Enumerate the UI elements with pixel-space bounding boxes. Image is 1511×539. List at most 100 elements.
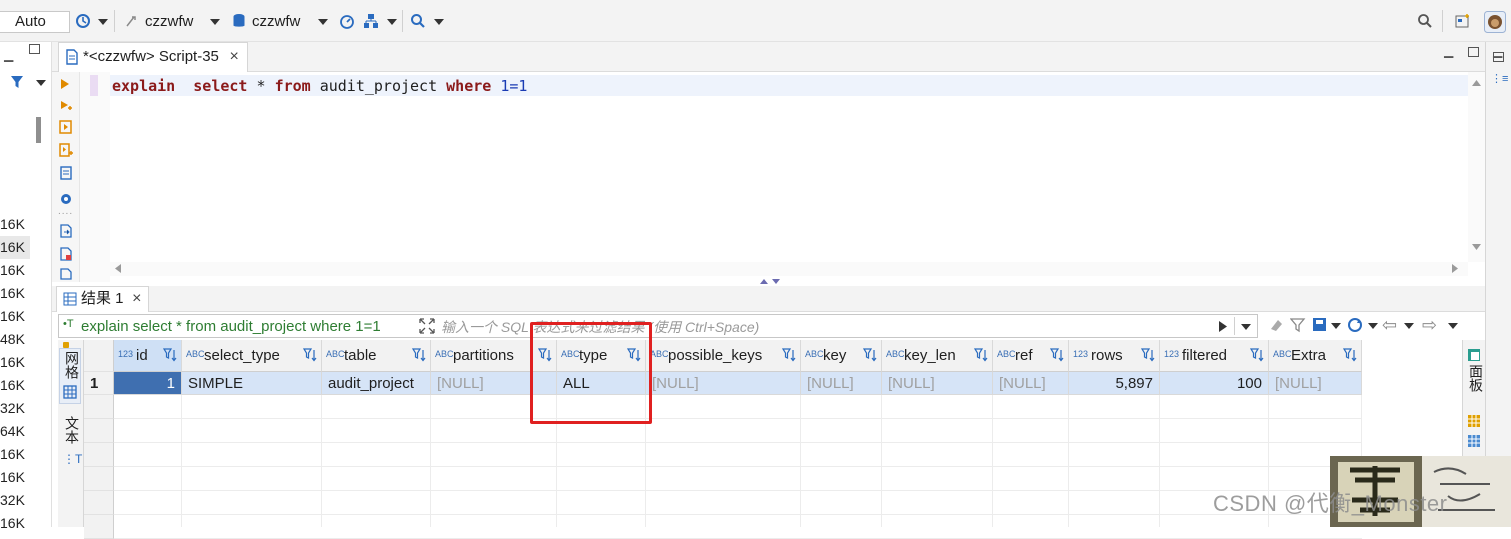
value-panel-icon[interactable] — [1467, 434, 1481, 448]
explain-plan-icon[interactable] — [60, 166, 72, 180]
column-header-rows[interactable]: 123 rows — [1069, 340, 1160, 372]
chevron-down-icon[interactable] — [210, 19, 220, 25]
cell-filtered[interactable]: 100 — [1160, 372, 1269, 395]
settings-gear-icon[interactable] — [59, 192, 73, 206]
execute-script-icon[interactable] — [59, 120, 73, 134]
cell-select-type[interactable]: SIMPLE — [182, 372, 322, 395]
grid-view-button[interactable]: 网格 — [59, 348, 81, 404]
cell-key-len[interactable]: [NULL] — [882, 372, 993, 395]
tab-results-1[interactable]: 结果 1 × — [56, 286, 149, 312]
editor-horizontal-scrollbar[interactable] — [110, 262, 1468, 276]
chevron-down-icon[interactable] — [1404, 323, 1414, 329]
cell-id[interactable]: 1 — [114, 372, 182, 395]
sort-filter-icon[interactable] — [863, 348, 877, 362]
cell-ref[interactable]: [NULL] — [993, 372, 1069, 395]
column-header-filtered[interactable]: 123 filtered — [1160, 340, 1269, 372]
sort-filter-icon[interactable] — [1343, 348, 1357, 362]
expand-filter-icon[interactable] — [419, 318, 435, 334]
restore-icon[interactable] — [1493, 52, 1504, 62]
sort-filter-icon[interactable] — [412, 348, 426, 362]
scroll-right-icon[interactable] — [1452, 264, 1458, 273]
execute-script-new-tab-icon[interactable] — [59, 143, 73, 157]
panels-label[interactable]: 面板 — [1466, 364, 1486, 392]
editor-vertical-scrollbar[interactable] — [1468, 72, 1485, 262]
maximize-icon[interactable] — [1468, 47, 1479, 57]
sort-filter-icon[interactable] — [782, 348, 796, 362]
tab-script-35[interactable]: *<czzwfw> Script-35 × — [58, 42, 248, 72]
cell-key[interactable]: [NULL] — [801, 372, 882, 395]
column-header-id[interactable]: 123 id — [114, 340, 182, 372]
dbeaver-perspective-icon[interactable] — [1484, 11, 1506, 33]
chevron-down-icon[interactable] — [1331, 323, 1341, 329]
transaction-history-icon[interactable] — [75, 13, 91, 29]
connection-selector[interactable]: czzwfw — [145, 12, 193, 32]
close-icon[interactable]: × — [230, 43, 239, 71]
filter-input[interactable]: •T explain select * from audit_project w… — [58, 314, 1258, 338]
perspective-icon[interactable] — [1455, 13, 1471, 29]
schema-icon[interactable] — [363, 13, 379, 29]
column-header-possible-keys[interactable]: ABC possible_keys — [646, 340, 801, 372]
chevron-down-icon[interactable] — [1368, 323, 1378, 329]
column-header-table[interactable]: ABC table — [322, 340, 431, 372]
column-header-key-len[interactable]: ABC key_len — [882, 340, 993, 372]
chevron-down-icon[interactable] — [387, 19, 397, 25]
empty-row-header — [84, 491, 114, 515]
column-header-extra[interactable]: ABC Extra — [1269, 340, 1362, 372]
sash-toggle-icon[interactable] — [760, 278, 782, 286]
maximize-icon[interactable] — [29, 44, 40, 54]
chevron-down-icon[interactable] — [318, 19, 328, 25]
scroll-up-icon[interactable] — [1472, 80, 1481, 86]
minimize-icon[interactable]: ▁ — [4, 48, 13, 62]
scroll-down-icon[interactable] — [1472, 244, 1481, 250]
filter-icon[interactable] — [10, 74, 26, 90]
chevron-down-icon[interactable] — [434, 19, 444, 25]
grid-icon — [63, 292, 77, 306]
sort-filter-icon[interactable] — [1050, 348, 1064, 362]
refresh-icon[interactable] — [1346, 316, 1364, 334]
filter-history-chevron-icon[interactable] — [1241, 324, 1251, 330]
cell-rows[interactable]: 5,897 — [1069, 372, 1160, 395]
load-file-icon[interactable] — [60, 247, 72, 261]
scroll-left-icon[interactable] — [115, 264, 121, 273]
chevron-down-icon[interactable] — [36, 80, 46, 86]
sort-filter-icon[interactable] — [1250, 348, 1264, 362]
back-arrow-icon[interactable]: ⇦ — [1382, 315, 1397, 336]
filter-settings-icon[interactable] — [1290, 317, 1306, 333]
sort-filter-icon[interactable] — [1141, 348, 1155, 362]
sql-statement[interactable]: explain select * from audit_project wher… — [112, 76, 527, 96]
forward-arrow-icon[interactable]: ⇨ — [1422, 315, 1437, 336]
database-selector[interactable]: czzwfw — [252, 12, 300, 32]
sort-filter-icon[interactable] — [303, 348, 317, 362]
text-view-button[interactable]: 文本 ⋮T — [59, 412, 82, 472]
minimize-icon[interactable]: ▁ — [1444, 44, 1453, 58]
scrollbar-thumb[interactable] — [36, 117, 41, 143]
save-file-icon[interactable] — [60, 268, 72, 280]
sort-filter-icon[interactable] — [163, 348, 177, 362]
mode-combo[interactable]: Auto — [0, 11, 70, 33]
close-icon[interactable]: × — [132, 287, 141, 311]
dashboard-icon[interactable] — [339, 13, 355, 29]
sort-filter-icon[interactable] — [974, 348, 988, 362]
chevron-down-icon[interactable] — [1448, 323, 1458, 329]
column-header-label: ref — [1015, 347, 1033, 364]
calc-panel-icon[interactable] — [1467, 414, 1481, 428]
cell-possible-keys[interactable]: [NULL] — [646, 372, 801, 395]
panels-icon[interactable] — [1467, 348, 1481, 362]
cell-table[interactable]: audit_project — [322, 372, 431, 395]
outline-view-icon[interactable]: ⋮≡ — [1491, 72, 1508, 85]
eraser-icon[interactable] — [1268, 317, 1284, 333]
export-icon[interactable] — [60, 224, 72, 238]
cell-extra[interactable]: [NULL] — [1269, 372, 1362, 395]
search-icon[interactable] — [410, 13, 426, 29]
column-header-key[interactable]: ABC key — [801, 340, 882, 372]
row-number[interactable]: 1 — [84, 372, 114, 395]
sql-editor[interactable]: explain select * from audit_project wher… — [110, 72, 1468, 262]
column-header-ref[interactable]: ABC ref — [993, 340, 1069, 372]
execute-statement-icon[interactable] — [60, 78, 70, 90]
column-header-select-type[interactable]: ABC select_type — [182, 340, 322, 372]
global-search-icon[interactable] — [1417, 13, 1433, 29]
save-filter-icon[interactable] — [1312, 317, 1328, 333]
apply-filter-icon[interactable] — [1219, 321, 1227, 332]
chevron-down-icon[interactable] — [98, 19, 108, 25]
execute-new-tab-icon[interactable] — [60, 100, 72, 112]
